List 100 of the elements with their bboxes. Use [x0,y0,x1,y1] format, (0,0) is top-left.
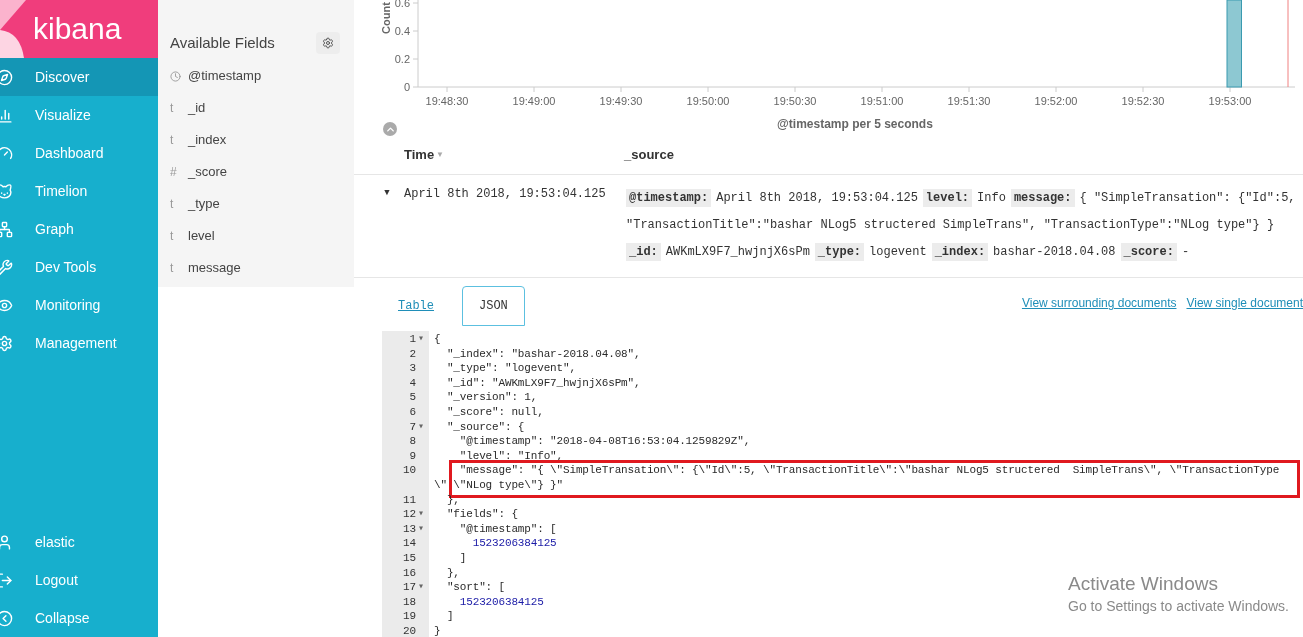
y-tick-label: 0.2 [394,53,410,65]
nav-item[interactable]: Dashboard [0,134,158,172]
source-field-value: - [1181,243,1190,261]
code-line: }, [445,565,460,581]
code-line: { [434,332,441,347]
line-number: 19 [403,609,416,624]
column-header[interactable]: _source [624,144,674,165]
code-line: "_score": null, [445,404,544,420]
field-item[interactable]: # _score [158,156,354,188]
x-tick-label: 19:52:00 [1034,95,1078,107]
line-number: 5 [409,390,416,405]
code-line: "sort": [ [445,580,505,595]
source-field-value: Info [977,189,1006,207]
field-type-label: t [170,228,175,245]
code-line: "_source": { [445,419,525,435]
document-link[interactable]: View surrounding documents [1021,294,1177,312]
document-link[interactable]: View single document [1186,294,1303,312]
source-field-value: AWKmLX9F7_hwjnjX6sPm [665,243,810,261]
activation-message: Go to Settings to activate Windows. [1068,597,1289,616]
fold-caret-icon[interactable]: ▾ [416,507,426,522]
animal-face-icon [0,182,13,200]
line-number: 4 [409,375,416,391]
line-number: 11 [403,492,416,508]
y-tick-label: 0 [403,81,410,93]
line-number: 3 [409,361,416,376]
code-line: 1523206384125 [458,594,544,610]
code-line: "fields": { [445,507,518,522]
field-item[interactable]: @timestamp [158,60,354,92]
line-number: 8 [409,434,416,449]
source-field-key: @timestamp: [626,188,712,207]
doc-tab[interactable]: Table [382,286,450,326]
source-field-value: April 8th 2018, 19:53:04.125 [716,189,918,207]
field-type-label: t [170,260,175,277]
x-tick-label: 19:53:00 [1208,95,1252,107]
field-type-label: t [170,196,175,213]
source-field-value: bashar-2018.04.08 [993,243,1116,261]
source-field-key: _score: [1120,242,1177,261]
compass-icon [0,68,13,86]
code-line: 1523206384125 [471,536,557,551]
nav-item[interactable]: Collapse [0,599,158,637]
field-type-label: # [170,164,178,181]
fold-caret-icon[interactable]: ▾ [416,521,426,537]
line-number: 6 [409,404,416,420]
line-number: 16 [403,565,416,581]
settings-icon [0,334,13,352]
line-number: 14 [403,536,416,551]
x-tick-label: 19:51:00 [860,95,904,107]
code-line: "_index": "bashar-2018.04.08", [445,346,641,362]
code-line: "level": "Info", [458,448,564,464]
field-item[interactable]: t _id [158,92,354,124]
clock-icon [170,70,181,82]
doc-tab[interactable]: JSON [462,286,525,326]
nav-item[interactable]: elastic [0,523,158,561]
user-icon [0,533,13,551]
nav-item[interactable]: Timelion [0,172,158,210]
line-number: 10 [403,463,416,478]
field-type-label: t [170,132,175,149]
source-field-key: message: [1010,188,1075,207]
time-cell-text: April 8th 2018, 19:53:04.125 [404,186,607,203]
fold-caret-icon[interactable]: ▾ [416,419,426,435]
code-line: ] [458,550,467,566]
source-field-key: level: [922,188,973,207]
fold-caret-icon[interactable]: ▾ [416,332,426,347]
gauge-icon [0,144,13,162]
source-field-key: _type: [814,242,865,261]
nav-item[interactable]: Monitoring [0,286,158,324]
field-item[interactable]: t _index [158,124,354,156]
code-line: "_id": "AWKmLX9F7_hwjnjX6sPm", [445,375,641,391]
settings-button[interactable] [316,32,340,54]
collapse-chart-button[interactable] [383,122,397,136]
code-line: "_version": 1, [445,390,538,405]
code-line: "@timestamp": [ [458,521,557,537]
nav-item[interactable]: Discover [0,58,158,96]
nav-item[interactable]: Logout [0,561,158,599]
line-number: 13 [403,521,416,537]
nav-item[interactable]: Management [0,324,158,362]
line-number: 7 [409,419,416,435]
nav-item[interactable]: Dev Tools [0,248,158,286]
x-tick-label: 19:50:00 [686,95,730,107]
expand-row-toggle[interactable]: ▼ [381,184,393,204]
nav-item[interactable]: Visualize [0,96,158,134]
source-field-value: { "SimpleTransation": {"Id":5, [1079,189,1296,207]
wrench-icon [0,258,13,276]
nav-item[interactable]: Graph [0,210,158,248]
line-number: 20 [403,623,416,637]
logout-icon [0,571,13,589]
field-item[interactable]: t _type [158,188,354,220]
fold-caret-icon[interactable]: ▾ [416,580,426,595]
histogram-bar[interactable] [1226,0,1242,88]
field-item[interactable]: t level [158,220,354,252]
activation-title: Activate Windows [1068,572,1219,596]
column-header[interactable]: Time [404,144,435,165]
y-axis-title: Count [380,2,392,34]
logo-text: kibana [33,14,122,44]
x-tick-label: 19:49:00 [512,95,556,107]
line-number: 18 [403,594,416,610]
line-number: 9 [409,448,416,464]
line-number: 1 [409,332,416,347]
field-item[interactable]: t message [158,252,354,284]
settings-icon [322,37,334,49]
